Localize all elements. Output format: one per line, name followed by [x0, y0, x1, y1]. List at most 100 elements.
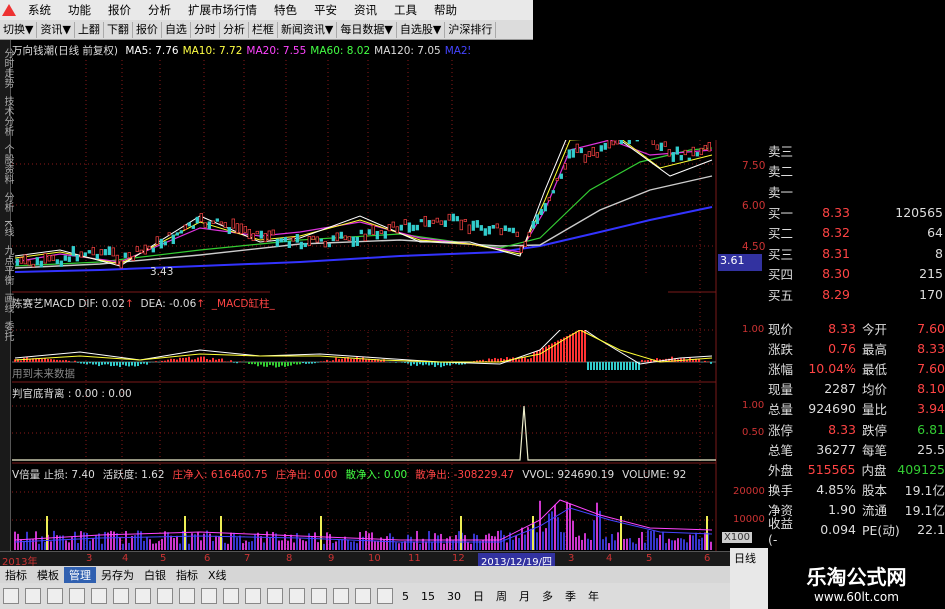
volume-axis-label: 20000 [733, 486, 765, 497]
toolbar-button[interactable]: 切换▼ [0, 21, 38, 38]
indicator-tab[interactable]: 指标 [171, 567, 203, 583]
tool-icon[interactable] [267, 588, 283, 604]
volume-bar [38, 543, 40, 550]
period-button[interactable]: 多 [536, 588, 559, 604]
volume-bar [575, 537, 577, 550]
toolbar-button[interactable]: 分析 [220, 21, 249, 38]
tool-icon[interactable] [25, 588, 41, 604]
tool-icon[interactable] [47, 588, 63, 604]
toolbar-button[interactable]: 报价 [133, 21, 162, 38]
toolbar-button[interactable]: 上翻 [75, 21, 104, 38]
macd-bar [176, 359, 178, 362]
menu-item[interactable]: 功能 [60, 2, 100, 18]
period-button[interactable]: 周 [490, 588, 513, 604]
left-tab[interactable]: 分析 [0, 192, 15, 212]
tool-icon[interactable] [113, 588, 129, 604]
tool-icon[interactable] [377, 588, 393, 604]
period-box[interactable]: 日线 [730, 548, 768, 609]
menu-item[interactable]: 报价 [100, 2, 140, 18]
macd-bar [275, 362, 277, 368]
tool-icon[interactable] [311, 588, 327, 604]
period-button[interactable]: 年 [582, 588, 605, 604]
volume-bar [404, 541, 406, 550]
divergence-axis-label: 1.00 [742, 400, 765, 411]
volume-bar [476, 535, 478, 550]
tool-icon[interactable] [69, 588, 85, 604]
tool-icon[interactable] [3, 588, 19, 604]
toolbar-button[interactable]: 沪深排行 [445, 21, 497, 38]
volume-bar [395, 542, 397, 550]
indicator-tab[interactable]: X线 [203, 567, 232, 583]
candlestick [679, 155, 683, 161]
stat-row: 换手 4.85% 股本 19.1亿 [768, 480, 945, 500]
stat-value: 3.94 [917, 401, 945, 417]
volume-bar [407, 534, 409, 550]
macd-bar [371, 360, 373, 362]
left-tab[interactable]: 技术分析 [0, 96, 15, 136]
candlestick [403, 219, 407, 226]
period-button[interactable]: 季 [559, 588, 582, 604]
tool-icon[interactable] [223, 588, 239, 604]
menu-item[interactable]: 帮助 [426, 2, 466, 18]
tool-icon[interactable] [245, 588, 261, 604]
tool-icon[interactable] [289, 588, 305, 604]
macd-bar [353, 359, 355, 362]
candlestick [431, 219, 435, 224]
indicator-tab[interactable]: 模板 [32, 567, 64, 583]
left-tab[interactable]: K线 [0, 220, 15, 237]
period-button[interactable]: 日 [467, 588, 490, 604]
volume-bar [26, 531, 28, 550]
volume-bar [539, 500, 541, 550]
menu-item[interactable]: 平安 [306, 2, 346, 18]
volume-bar [185, 533, 187, 550]
macd-bar [452, 362, 454, 364]
candlestick [355, 236, 359, 247]
menu-item[interactable]: 特色 [266, 2, 306, 18]
toolbar-button[interactable]: 自选 [162, 21, 191, 38]
macd-bar [434, 362, 436, 367]
menu-item[interactable]: 分析 [140, 2, 180, 18]
toolbar-button[interactable]: 分时 [191, 21, 220, 38]
left-tab[interactable]: 委托 [0, 321, 15, 341]
macd-bar [110, 362, 112, 367]
minute-period-button[interactable]: 30 [441, 590, 467, 603]
volume-bar [233, 532, 235, 550]
tool-icon[interactable] [355, 588, 371, 604]
indicator-tab[interactable]: 另存为 [96, 567, 139, 583]
toolbar-button[interactable]: 下翻 [104, 21, 133, 38]
tool-icon[interactable] [333, 588, 349, 604]
macd-bar [98, 362, 100, 367]
macd-bar [32, 358, 34, 362]
menu-item[interactable]: 扩展市场行情 [180, 2, 266, 18]
menu-item[interactable]: 系统 [20, 2, 60, 18]
tool-icon[interactable] [135, 588, 151, 604]
macd-bar [479, 360, 481, 362]
left-tab[interactable]: 个股资料 [0, 144, 15, 184]
volume-bar [641, 531, 643, 550]
tool-icon[interactable] [201, 588, 217, 604]
indicator-tab[interactable]: 白银 [139, 567, 171, 583]
left-tab[interactable]: 九点平衡 [0, 245, 15, 285]
candlestick [319, 238, 323, 242]
indicator-tab[interactable]: 指标 [0, 567, 32, 583]
toolbar-button[interactable]: 资讯▼ [37, 21, 75, 38]
macd-bar [407, 362, 409, 364]
indicator-tab[interactable]: 管理 [64, 566, 96, 583]
volume-bar [527, 527, 529, 550]
period-button[interactable]: 月 [513, 588, 536, 604]
tool-icon[interactable] [91, 588, 107, 604]
menu-item[interactable]: 工具 [386, 2, 426, 18]
toolbar-button[interactable]: 栏框 [249, 21, 278, 38]
menu-item[interactable]: 资讯 [346, 2, 386, 18]
minute-period-button[interactable]: 15 [415, 590, 441, 603]
ma-legend-item: MA10: 7.72 [182, 45, 243, 57]
tool-icon[interactable] [157, 588, 173, 604]
candlestick [99, 249, 103, 256]
tool-icon[interactable] [179, 588, 195, 604]
toolbar-button[interactable]: 每日数据▼ [337, 21, 397, 38]
toolbar-button[interactable]: 自选股▼ [397, 21, 446, 38]
stat-value: 409125 [897, 461, 945, 477]
candlestick [47, 255, 51, 262]
minute-period-button[interactable]: 5 [396, 590, 415, 603]
toolbar-button[interactable]: 新闻资讯▼ [278, 21, 338, 38]
